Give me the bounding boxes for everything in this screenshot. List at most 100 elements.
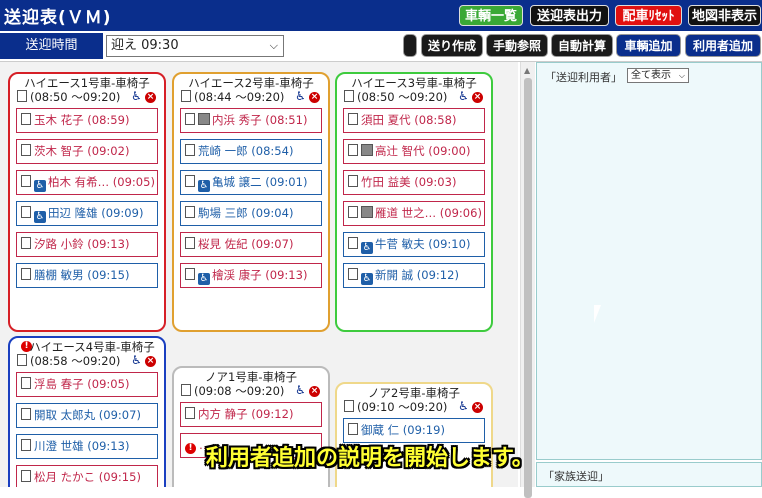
app-header: 送迎表(ＶＭ) 車輌一覧 送迎表出力 配車ﾘｾｯﾄ 地図非表示 [0, 0, 762, 31]
passenger-item[interactable]: 内浜 秀子 (08:51) [180, 108, 322, 133]
wheelchair-icon: ♿ [361, 242, 373, 254]
document-icon [185, 407, 195, 419]
document-icon [181, 384, 191, 396]
vehicle-card[interactable]: ハイエース3号車-車椅子 (08:50 ～09:20) ♿ × 須田 夏代 (0… [335, 72, 493, 332]
passenger-item[interactable]: ♿ 牛菅 敏夫 (09:10) [343, 232, 485, 257]
scroll-up-icon[interactable]: ▲ [524, 66, 530, 75]
vehicle-time: (08:58 ～09:20) [30, 354, 121, 368]
chevron-down-icon: ⌵ [678, 71, 685, 80]
passenger-item[interactable]: 荒崎 一郎 (08:54) [180, 139, 322, 164]
document-icon [21, 237, 31, 249]
scrollbar[interactable]: ▲ [520, 62, 535, 498]
manual-reference-button[interactable]: 手動参照 [486, 34, 548, 57]
wheelchair-icon: ♿ [361, 273, 373, 285]
app-title: 送迎表(ＶＭ) [4, 8, 112, 28]
passenger-item[interactable]: 須田 夏代 (08:58) [343, 108, 485, 133]
document-icon [17, 90, 27, 102]
vehicle-time: (09:10 ～09:20) [357, 400, 448, 414]
wheelchair-icon: ♿ [131, 89, 142, 103]
passenger-item[interactable]: 雁道 世之… (09:06) [343, 201, 485, 226]
document-icon [21, 377, 31, 389]
document-icon [344, 400, 354, 412]
passenger-item[interactable]: ♿ 亀城 譲二 (09:01) [180, 170, 322, 195]
document-icon [181, 90, 191, 102]
document-icon [185, 268, 195, 280]
close-icon[interactable]: × [472, 92, 483, 103]
passenger-item[interactable]: 膳棚 敏男 (09:15) [16, 263, 158, 288]
tutorial-caption: 利用者追加の説明を開始します。 [206, 446, 534, 471]
passenger-item[interactable]: 竹田 益美 (09:03) [343, 170, 485, 195]
document-icon [348, 175, 358, 187]
document-icon [21, 439, 31, 451]
close-icon[interactable]: × [145, 356, 156, 367]
passenger-item[interactable]: 浮島 春子 (09:05) [16, 372, 158, 397]
document-icon [348, 144, 358, 156]
passenger-item[interactable]: 茨木 智子 (09:02) [16, 139, 158, 164]
document-icon [348, 237, 358, 249]
close-icon[interactable]: × [145, 92, 156, 103]
document-icon [21, 408, 31, 420]
create-dropoff-button[interactable]: 送り作成 [421, 34, 483, 57]
wheelchair-icon: ♿ [458, 89, 469, 103]
time-select-value: 迎え 09:30 [111, 38, 179, 53]
wheelchair-icon: ♿ [131, 353, 142, 367]
photo-icon [198, 113, 210, 125]
vehicle-canvas: ハイエース1号車-車椅子 (08:50 ～09:20) ♿ × 玉木 花子 (0… [0, 62, 518, 487]
reset-allocation-button[interactable]: 配車ﾘｾｯﾄ [615, 5, 682, 26]
user-list-title: 「送迎利用者」 [545, 71, 622, 84]
close-icon[interactable]: × [472, 402, 483, 413]
wheelchair-icon: ♿ [34, 180, 46, 192]
passenger-item[interactable]: 汐路 小鈴 (09:13) [16, 232, 158, 257]
vehicle-card[interactable]: ! ハイエース4号車-車椅子 (08:58 ～09:20) ♿ × 浮島 春子 … [8, 336, 166, 487]
vehicle-time: (08:44 ～09:20) [194, 90, 285, 104]
passenger-item[interactable]: 内方 静子 (09:12) [180, 402, 322, 427]
passenger-item[interactable]: ♿ 檜渓 康子 (09:13) [180, 263, 322, 288]
document-icon [185, 113, 195, 125]
add-user-button[interactable]: 利用者追加 [685, 34, 761, 57]
family-transfer-title: 「家族送迎」 [543, 470, 609, 483]
vehicle-time: (08:50 ～09:20) [30, 90, 121, 104]
document-icon [21, 268, 31, 280]
passenger-item[interactable]: 駒場 三郎 (09:04) [180, 201, 322, 226]
time-select[interactable]: 迎え 09:30 ⌵ [106, 35, 284, 57]
photo-icon [361, 144, 373, 156]
vehicle-card[interactable]: ハイエース1号車-車椅子 (08:50 ～09:20) ♿ × 玉木 花子 (0… [8, 72, 166, 332]
mouse-cursor-icon [592, 303, 608, 325]
document-icon [21, 113, 31, 125]
passenger-item[interactable]: ♿ 田辺 隆雄 (09:09) [16, 201, 158, 226]
family-transfer-panel: 「家族送迎」 [536, 462, 762, 487]
vehicle-list-button[interactable]: 車輌一覧 [459, 5, 523, 26]
passenger-item[interactable]: 高辻 智代 (09:00) [343, 139, 485, 164]
wheelchair-icon: ♿ [458, 399, 469, 413]
user-filter-select[interactable]: 全て表示 ⌵ [627, 68, 689, 83]
passenger-item[interactable]: 川澄 世雄 (09:13) [16, 434, 158, 459]
passenger-item[interactable]: ♿ 柏木 有希… (09:05) [16, 170, 158, 195]
vehicle-time: (08:50 ～09:20) [357, 90, 448, 104]
document-icon [21, 206, 31, 218]
passenger-item[interactable]: 桜見 佐紀 (09:07) [180, 232, 322, 257]
wheelchair-icon: ♿ [295, 383, 306, 397]
document-icon [21, 144, 31, 156]
passenger-item[interactable]: ♿ 新開 誠 (09:12) [343, 263, 485, 288]
scrollbar-thumb[interactable] [524, 78, 532, 498]
auto-calc-button[interactable]: 自動計算 [551, 34, 613, 57]
passenger-item[interactable]: 玉木 花子 (08:59) [16, 108, 158, 133]
toolbar: 送迎時間 迎え 09:30 ⌵ 送り作成 手動参照 自動計算 車輌追加 利用者追… [0, 31, 762, 62]
warning-icon: ! [185, 443, 196, 454]
add-vehicle-button[interactable]: 車輌追加 [616, 34, 681, 57]
blank-button[interactable] [403, 34, 417, 57]
passenger-item[interactable]: 松月 たかこ (09:15) [16, 465, 158, 487]
time-label: 送迎時間 [0, 33, 103, 59]
wheelchair-icon: ♿ [198, 180, 210, 192]
export-schedule-button[interactable]: 送迎表出力 [530, 5, 609, 26]
close-icon[interactable]: × [309, 386, 320, 397]
hide-map-button[interactable]: 地図非表示 [688, 5, 761, 26]
passenger-item[interactable]: 開取 太郎丸 (09:07) [16, 403, 158, 428]
vehicle-card[interactable]: ハイエース2号車-車椅子 (08:44 ～09:20) ♿ × 内浜 秀子 (0… [172, 72, 330, 332]
document-icon [348, 268, 358, 280]
close-icon[interactable]: × [309, 92, 320, 103]
wheelchair-icon: ♿ [295, 89, 306, 103]
document-icon [21, 470, 31, 482]
wheelchair-icon: ♿ [198, 273, 210, 285]
document-icon [185, 206, 195, 218]
